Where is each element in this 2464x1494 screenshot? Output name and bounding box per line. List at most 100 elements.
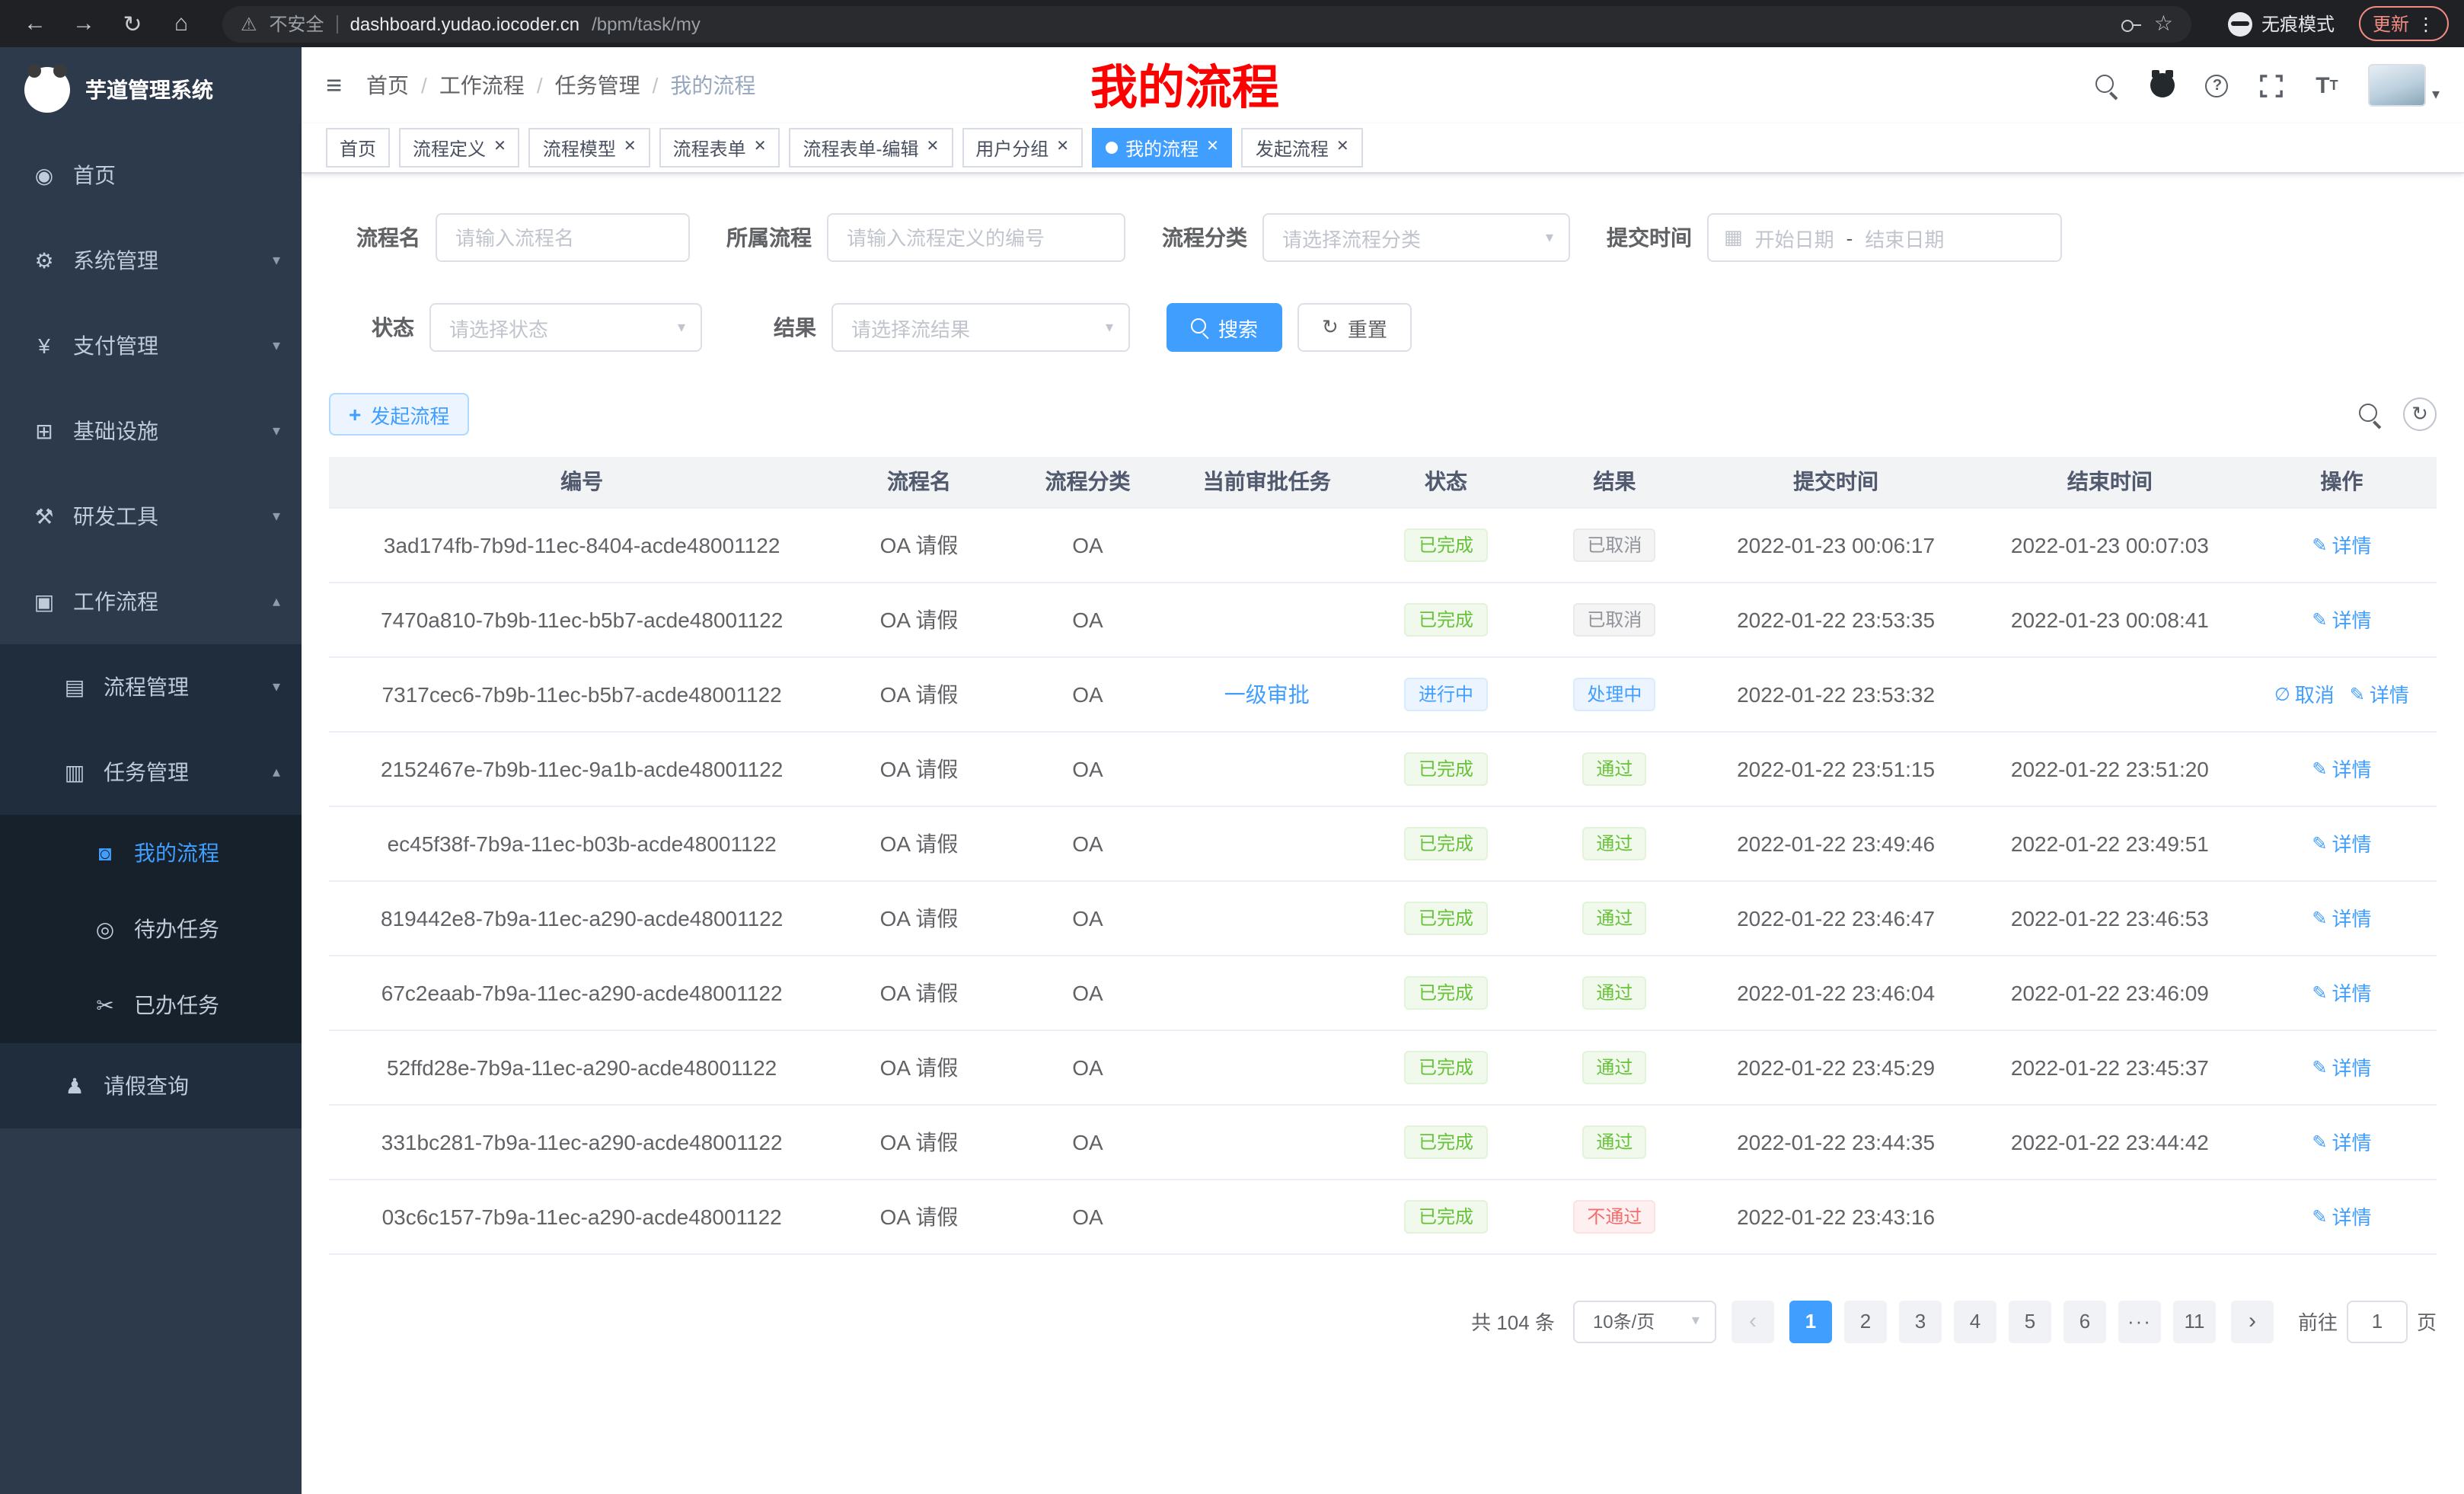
tab-label: 流程模型 (543, 135, 616, 161)
close-icon[interactable] (624, 140, 637, 155)
sidebar-item-done-task[interactable]: ✂ 已办任务 (0, 967, 302, 1043)
result-select[interactable]: 请选择流结果 ▾ (831, 303, 1130, 352)
search-button[interactable]: 搜索 (1167, 303, 1282, 352)
tab-我的流程[interactable]: 我的流程 (1092, 128, 1233, 168)
bookmark-star-icon[interactable]: ☆ (2154, 11, 2173, 37)
tab-流程定义[interactable]: 流程定义 (399, 128, 520, 168)
category-select[interactable]: 请选择流程分类 ▾ (1262, 213, 1570, 262)
close-icon[interactable] (1056, 140, 1069, 155)
sidebar-item-payment[interactable]: ¥ 支付管理 ▾ (0, 303, 302, 388)
reset-button[interactable]: 重置 (1297, 303, 1412, 352)
close-icon[interactable] (1206, 140, 1219, 155)
search-icon[interactable] (2094, 72, 2121, 99)
gear-icon: ⚙ (30, 247, 58, 273)
tab-流程表单[interactable]: 流程表单 (659, 128, 780, 168)
create-process-button[interactable]: 发起流程 (329, 393, 469, 436)
incognito-badge: 无痕模式 (2228, 11, 2335, 37)
hamburger-icon[interactable]: ≡ (326, 69, 342, 101)
tab-流程表单-编辑[interactable]: 流程表单-编辑 (789, 128, 953, 168)
table-refresh-icon[interactable] (2403, 397, 2437, 431)
cell-result: 通过 (1530, 880, 1699, 955)
tab-流程模型[interactable]: 流程模型 (529, 128, 650, 168)
fullscreen-icon[interactable] (2258, 72, 2286, 99)
detail-link[interactable]: ✎详情 (2312, 828, 2371, 857)
cell-end-time: 2022-01-22 23:44:42 (1973, 1104, 2247, 1179)
close-icon[interactable] (926, 140, 939, 155)
close-icon[interactable] (493, 140, 506, 155)
filter-row-1: 流程名 所属流程 流程分类 请选择流程分类 ▾ 提交时间 ▦ 开始日期 - 结束… (329, 213, 2437, 262)
page-ellipsis[interactable]: ··· (2118, 1300, 2161, 1342)
sidebar-item-label: 待办任务 (134, 914, 219, 944)
goto-page-input[interactable] (2347, 1300, 2408, 1342)
detail-link[interactable]: ✎详情 (2312, 1127, 2371, 1156)
detail-link[interactable]: ✎详情 (2312, 605, 2371, 634)
user-menu[interactable]: ▾ (2368, 64, 2440, 107)
refresh-icon[interactable]: ↻ (113, 5, 152, 42)
prev-page-button[interactable]: ‹ (1732, 1300, 1774, 1342)
cell-process-name: OA 请假 (835, 656, 1003, 731)
page-6[interactable]: 6 (2063, 1300, 2106, 1342)
next-page-button[interactable]: › (2231, 1300, 2274, 1342)
detail-link[interactable]: ✎详情 (2312, 754, 2371, 783)
back-icon[interactable]: ← (15, 5, 55, 42)
font-size-icon[interactable]: TT (2313, 72, 2341, 99)
detail-link[interactable]: ✎详情 (2312, 530, 2371, 559)
cell-status: 已完成 (1361, 1104, 1530, 1179)
close-icon[interactable] (754, 140, 767, 155)
cell-end-time (1973, 656, 2247, 731)
detail-link[interactable]: ✎详情 (2312, 1202, 2371, 1231)
page-2[interactable]: 2 (1844, 1300, 1887, 1342)
address-bar[interactable]: ⚠ 不安全 dashboard.yudao.iocoder.cn/bpm/tas… (222, 5, 2191, 42)
close-icon[interactable] (1336, 140, 1349, 155)
help-icon[interactable]: ? (2204, 72, 2231, 99)
sidebar-item-task-mgmt[interactable]: ▥ 任务管理 ▴ (0, 729, 302, 815)
sidebar-item-leave-query[interactable]: ♟ 请假查询 (0, 1043, 302, 1128)
process-name-input[interactable] (436, 213, 690, 262)
page-size-select[interactable]: 10条/页 ▾ (1573, 1300, 1716, 1342)
sidebar-item-home[interactable]: ◉ 首页 (0, 132, 302, 218)
table-search-icon[interactable] (2359, 403, 2382, 426)
page-4[interactable]: 4 (1954, 1300, 1996, 1342)
sidebar-item-process-mgmt[interactable]: ▤ 流程管理 ▾ (0, 644, 302, 729)
browser-toolbar: ← → ↻ ⌂ ⚠ 不安全 dashboard.yudao.iocoder.cn… (0, 0, 2464, 47)
browser-home-icon[interactable]: ⌂ (161, 5, 201, 42)
detail-link[interactable]: ✎详情 (2312, 978, 2371, 1007)
cell-actions: ✎详情 (2247, 806, 2437, 880)
breadcrumb-item[interactable]: 任务管理 (555, 70, 640, 101)
update-label: 更新 (2373, 11, 2409, 37)
breadcrumb-item[interactable]: 工作流程 (439, 70, 525, 101)
process-def-input[interactable] (827, 213, 1125, 262)
page-5[interactable]: 5 (2009, 1300, 2051, 1342)
forward-icon[interactable]: → (64, 5, 104, 42)
page-3[interactable]: 3 (1899, 1300, 1942, 1342)
detail-link[interactable]: ✎详情 (2312, 1052, 2371, 1081)
tab-首页[interactable]: 首页 (326, 128, 390, 168)
cancel-link[interactable]: ∅取消 (2274, 679, 2335, 708)
result-placeholder: 请选择流结果 (851, 313, 970, 342)
page-11[interactable]: 11 (2173, 1300, 2216, 1342)
sidebar-item-workflow[interactable]: ▣ 工作流程 ▴ (0, 559, 302, 644)
tab-发起流程[interactable]: 发起流程 (1242, 128, 1363, 168)
end-date-placeholder: 结束日期 (1865, 223, 1944, 252)
browser-update-button[interactable]: 更新 ⋮ (2359, 6, 2449, 41)
submit-time-range-picker[interactable]: ▦ 开始日期 - 结束日期 (1707, 213, 2062, 262)
tab-用户分组[interactable]: 用户分组 (962, 128, 1083, 168)
sidebar-item-todo-task[interactable]: ◎ 待办任务 (0, 891, 302, 967)
sidebar-item-devtools[interactable]: ⚒ 研发工具 ▾ (0, 474, 302, 559)
breadcrumb-item[interactable]: 首页 (366, 70, 409, 101)
status-select[interactable]: 请选择状态 ▾ (429, 303, 702, 352)
current-task-link[interactable]: 一级审批 (1224, 682, 1310, 706)
edit-icon: ✎ (2312, 1205, 2327, 1227)
sidebar-item-system[interactable]: ⚙ 系统管理 ▾ (0, 218, 302, 303)
page-1[interactable]: 1 (1789, 1300, 1832, 1342)
status-badge: 已完成 (1405, 826, 1487, 860)
sidebar-item-my-process[interactable]: ◙ 我的流程 (0, 815, 302, 891)
github-icon[interactable] (2149, 72, 2176, 99)
detail-link[interactable]: ✎详情 (2350, 679, 2409, 708)
detail-link[interactable]: ✎详情 (2312, 903, 2371, 932)
tabs-bar: 首页 流程定义 流程模型 流程表单 流程表单-编辑 用户分组 我的流程 发起流程 (302, 123, 2464, 174)
app-title: 芋道管理系统 (85, 75, 213, 105)
sidebar-item-infrastructure[interactable]: ⊞ 基础设施 ▾ (0, 388, 302, 474)
kebab-menu-icon[interactable]: ⋮ (2417, 13, 2435, 34)
key-icon[interactable] (2121, 13, 2142, 34)
